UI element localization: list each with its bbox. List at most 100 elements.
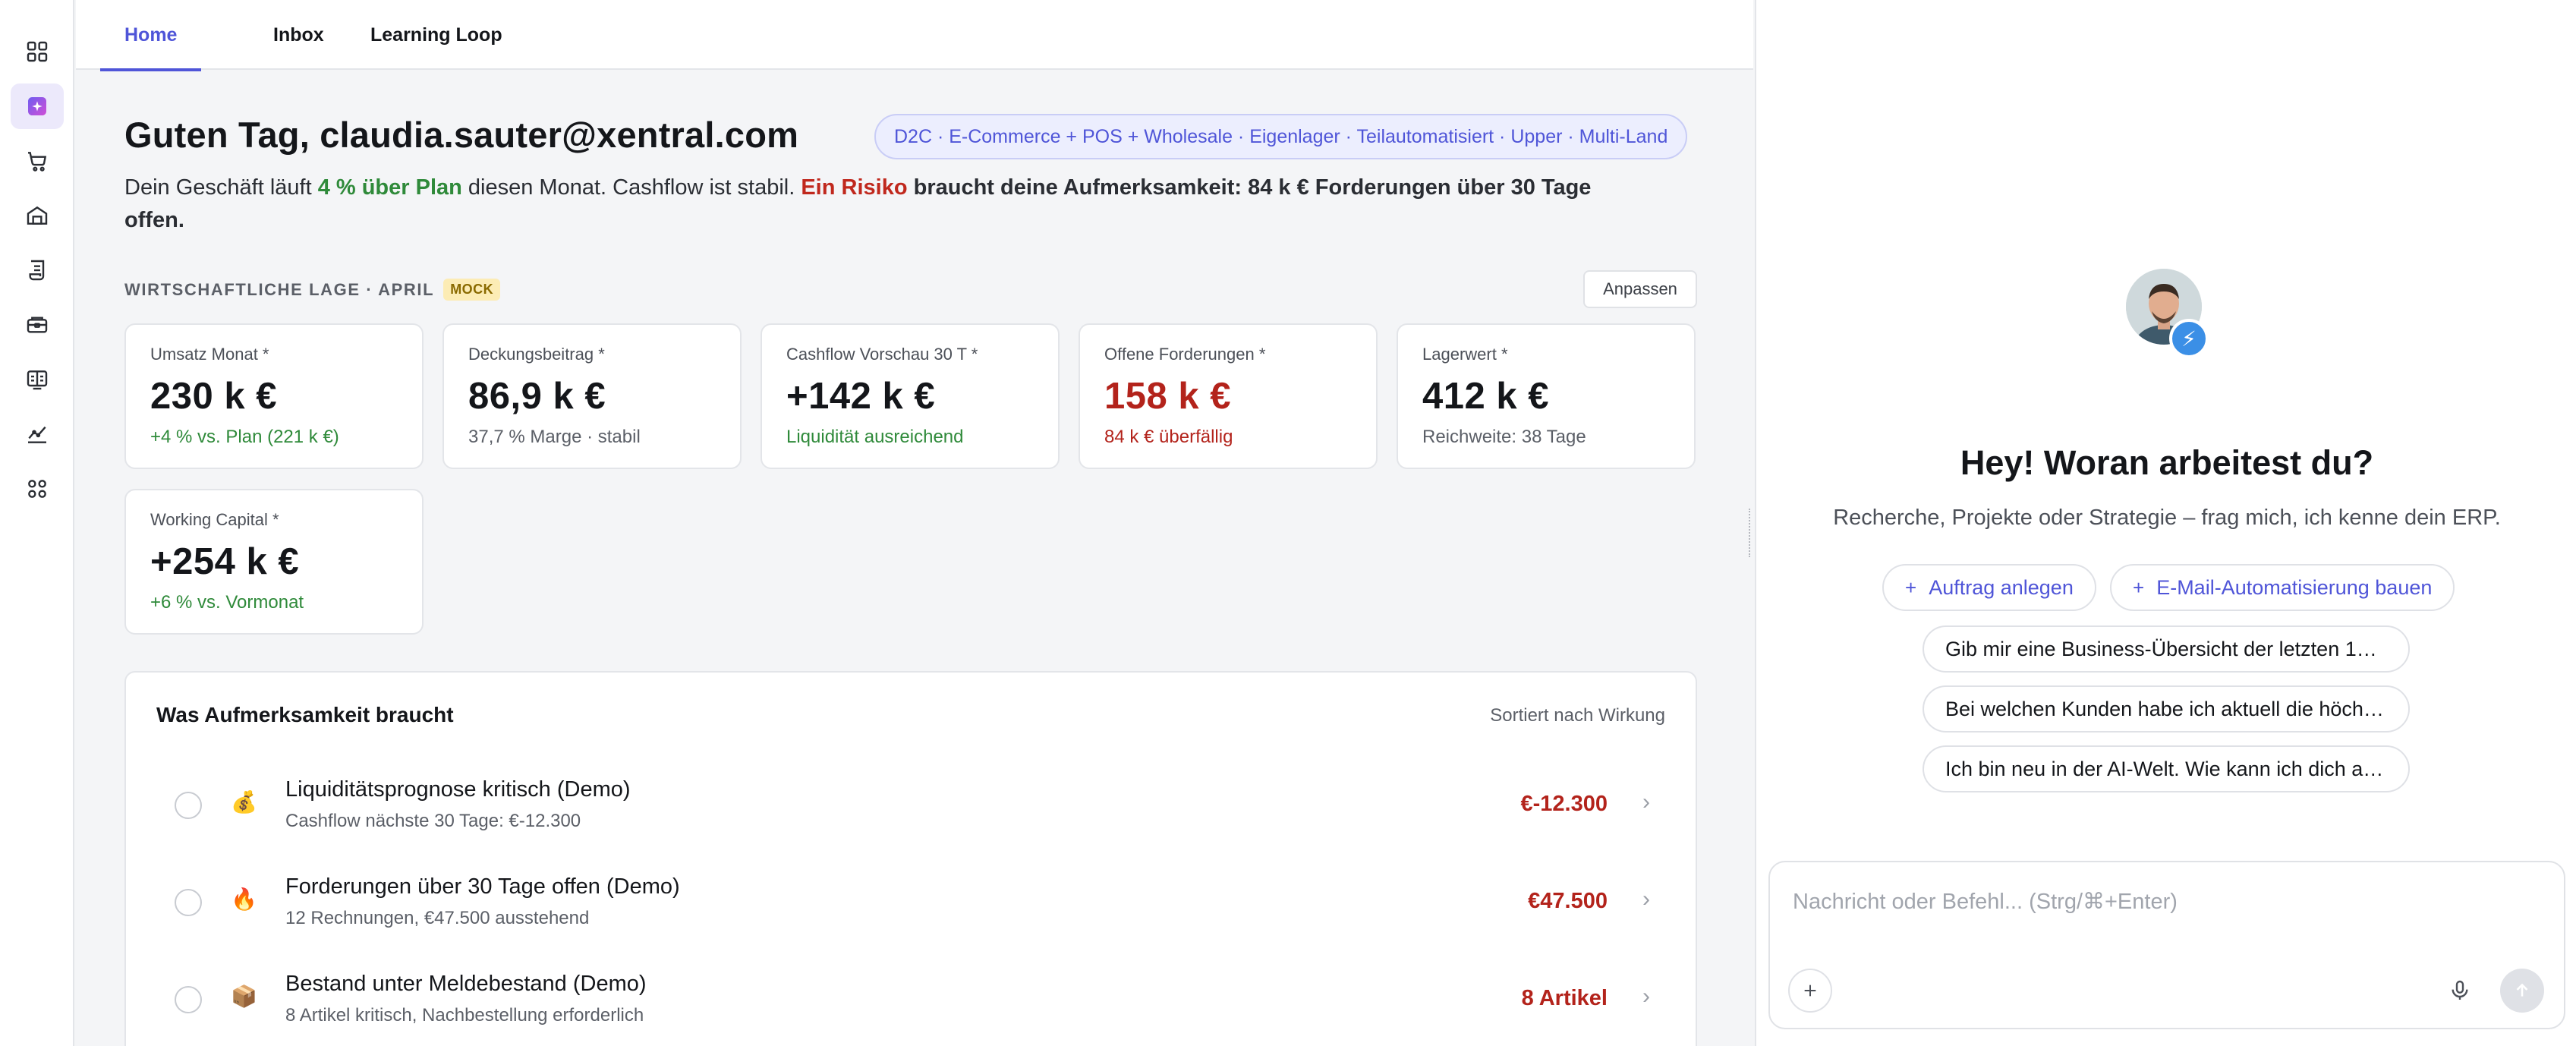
rail-item-accounting[interactable]: [11, 357, 64, 402]
plus-icon: +: [2133, 575, 2145, 599]
package-icon: 📦: [231, 984, 257, 1009]
attention-item-amount: 8 Artikel: [1521, 986, 1608, 1010]
kpi-card-contribution-margin[interactable]: Deckungsbeitrag * 86,9 k € 37,7 % Marge …: [442, 323, 742, 469]
tab-inbox[interactable]: Inbox: [249, 0, 348, 70]
accounting-icon: [27, 370, 48, 390]
shopping-cart-icon: [28, 152, 47, 172]
ai-sparkle-icon: [28, 97, 46, 115]
suggestion-prompt[interactable]: Ich bin neu in der AI-Welt. Wie kann ich…: [1923, 745, 2410, 792]
rail-item-warehouse[interactable]: [11, 193, 64, 238]
suggestion-text: Bei welchen Kunden habe ich aktuell die …: [1945, 697, 2387, 720]
attention-item-description: 8 Artikel kritisch, Nachbestellung erfor…: [285, 1005, 644, 1026]
box-icon: [27, 317, 48, 333]
tab-learning-loop-label: Learning Loop: [370, 24, 502, 46]
microphone-icon: [2452, 980, 2468, 1000]
kpi-value: 412 k €: [1422, 376, 1549, 417]
business-profile-chip[interactable]: D2C · E-Commerce + POS + Wholesale · Eig…: [874, 114, 1688, 159]
rail-item-apps[interactable]: [11, 466, 64, 512]
attention-item-description: Cashflow nächste 30 Tage: €-12.300: [285, 811, 581, 831]
kpi-subtext: 84 k € überfällig: [1104, 427, 1233, 447]
attention-panel: Was Aufmerksamkeit braucht Sortiert nach…: [124, 671, 1697, 1046]
attention-item-title: Forderungen über 30 Tage offen (Demo): [285, 874, 680, 899]
rail-item-sales[interactable]: [11, 138, 64, 184]
suggestion-prompt[interactable]: Gib mir eine Business-Übersicht der letz…: [1923, 625, 2410, 673]
attention-item-amount: €47.500: [1528, 889, 1608, 913]
action-create-order-button[interactable]: + Auftrag anlegen: [1882, 564, 2096, 611]
attention-item-description: 12 Rechnungen, €47.500 ausstehend: [285, 908, 590, 928]
panel-resize-handle[interactable]: [1749, 509, 1752, 557]
attention-item[interactable]: 📦 Bestand unter Meldebestand (Demo) 8 Ar…: [126, 950, 1699, 1046]
assistant-title: Hey! Woran arbeitest du?: [1960, 443, 2374, 482]
adjust-button[interactable]: Anpassen: [1583, 270, 1697, 308]
action-email-automation-button[interactable]: + E-Mail-Automatisierung bauen: [2110, 564, 2455, 611]
rail-item-purchasing[interactable]: [11, 247, 64, 293]
kpi-value: +142 k €: [786, 376, 936, 417]
kpi-label: Working Capital *: [150, 510, 279, 529]
kpi-subtext: Reichweite: 38 Tage: [1422, 427, 1586, 447]
attention-sort-label[interactable]: Sortiert nach Wirkung: [1490, 705, 1665, 726]
app-window: Home Inbox Learning Loop Guten Tag, clau…: [0, 0, 2576, 1046]
rail-item-ai-assistant[interactable]: [11, 83, 64, 129]
summary-text-1: Dein Geschäft läuft: [124, 175, 318, 200]
attention-item[interactable]: 💰 Liquiditätsprognose kritisch (Demo) Ca…: [126, 756, 1699, 853]
rail-item-analytics[interactable]: [11, 411, 64, 457]
suggestion-prompt[interactable]: Bei welchen Kunden habe ich aktuell die …: [1923, 685, 2410, 733]
message-input[interactable]: [1793, 890, 2521, 915]
warehouse-icon: [27, 206, 48, 225]
suggestion-text: Gib mir eine Business-Übersicht der letz…: [1945, 637, 2387, 660]
arrow-up-icon: [2516, 983, 2528, 997]
nav-rail: [0, 0, 74, 1046]
attention-item[interactable]: 🔥 Forderungen über 30 Tage offen (Demo) …: [126, 853, 1699, 950]
attach-plus-button[interactable]: [1788, 969, 1832, 1013]
kpi-value: 158 k €: [1104, 376, 1231, 417]
kpi-subtext: 37,7 % Marge · stabil: [468, 427, 641, 447]
kpi-label: Deckungsbeitrag *: [468, 345, 605, 364]
attention-item-amount: €-12.300: [1520, 792, 1608, 816]
business-summary: Dein Geschäft läuft 4 % über Plan diesen…: [124, 172, 1597, 237]
kpi-card-open-receivables[interactable]: Offene Forderungen * 158 k € 84 k € über…: [1079, 323, 1378, 469]
active-tab-indicator: [100, 68, 202, 71]
kpi-label: Offene Forderungen *: [1104, 345, 1266, 364]
tab-bar: Home Inbox Learning Loop: [76, 0, 1753, 71]
kpi-card-cashflow-forecast[interactable]: Cashflow Vorschau 30 T * +142 k € Liquid…: [761, 323, 1060, 469]
section-label: WIRTSCHAFTLICHE LAGE · APRIL: [124, 279, 435, 299]
kpi-subtext: Liquidität ausreichend: [786, 427, 964, 447]
attention-item-title: Bestand unter Meldebestand (Demo): [285, 972, 647, 996]
kpi-label: Lagerwert *: [1422, 345, 1508, 364]
receipt-icon: [29, 260, 45, 281]
attention-item-checkbox[interactable]: [175, 889, 202, 916]
chevron-right-icon: ›: [1642, 887, 1650, 912]
rail-item-products[interactable]: [11, 302, 64, 348]
chevron-right-icon: ›: [1642, 984, 1650, 1009]
plus-icon: [1804, 985, 1816, 997]
rail-item-dashboard[interactable]: [11, 29, 64, 74]
assistant-subtitle: Recherche, Projekte oder Strategie – fra…: [1833, 506, 2501, 530]
kpi-card-inventory-value[interactable]: Lagerwert * 412 k € Reichweite: 38 Tage: [1397, 323, 1696, 469]
message-composer: [1768, 861, 2565, 1029]
kpi-subtext: +4 % vs. Plan (221 k €): [150, 427, 339, 447]
money-bag-icon: 💰: [231, 789, 257, 814]
suggestion-text: Ich bin neu in der AI-Welt. Wie kann ich…: [1945, 757, 2387, 780]
action-label: E-Mail-Automatisierung bauen: [2156, 575, 2433, 599]
attention-item-title: Liquiditätsprognose kritisch (Demo): [285, 777, 631, 802]
send-button[interactable]: [2500, 969, 2544, 1013]
attention-item-checkbox[interactable]: [175, 986, 202, 1013]
voice-input-button[interactable]: [2438, 969, 2482, 1013]
action-label: Auftrag anlegen: [1929, 575, 2074, 599]
tab-learning-loop[interactable]: Learning Loop: [346, 0, 527, 70]
fire-icon: 🔥: [231, 887, 257, 912]
page-title: Guten Tag, claudia.sauter@xentral.com: [124, 115, 799, 155]
kpi-card-working-capital[interactable]: Working Capital * +254 k € +6 % vs. Vorm…: [124, 489, 424, 635]
lightning-icon: ⚡: [2169, 319, 2209, 358]
kpi-value: +254 k €: [150, 541, 300, 582]
summary-plan-highlight: 4 % über Plan: [317, 175, 462, 200]
attention-title: Was Aufmerksamkeit braucht: [156, 703, 454, 726]
main-panel: Home Inbox Learning Loop Guten Tag, clau…: [76, 0, 1753, 1046]
kpi-label: Cashflow Vorschau 30 T *: [786, 345, 978, 364]
mock-badge: MOCK: [443, 279, 501, 301]
kpi-card-revenue[interactable]: Umsatz Monat * 230 k € +4 % vs. Plan (22…: [124, 323, 424, 469]
assistant-panel: ⚡ Hey! Woran arbeitest du? Recherche, Pr…: [1755, 0, 2576, 1046]
kpi-label: Umsatz Monat *: [150, 345, 269, 364]
tab-home[interactable]: Home: [100, 0, 202, 71]
attention-item-checkbox[interactable]: [175, 792, 202, 819]
